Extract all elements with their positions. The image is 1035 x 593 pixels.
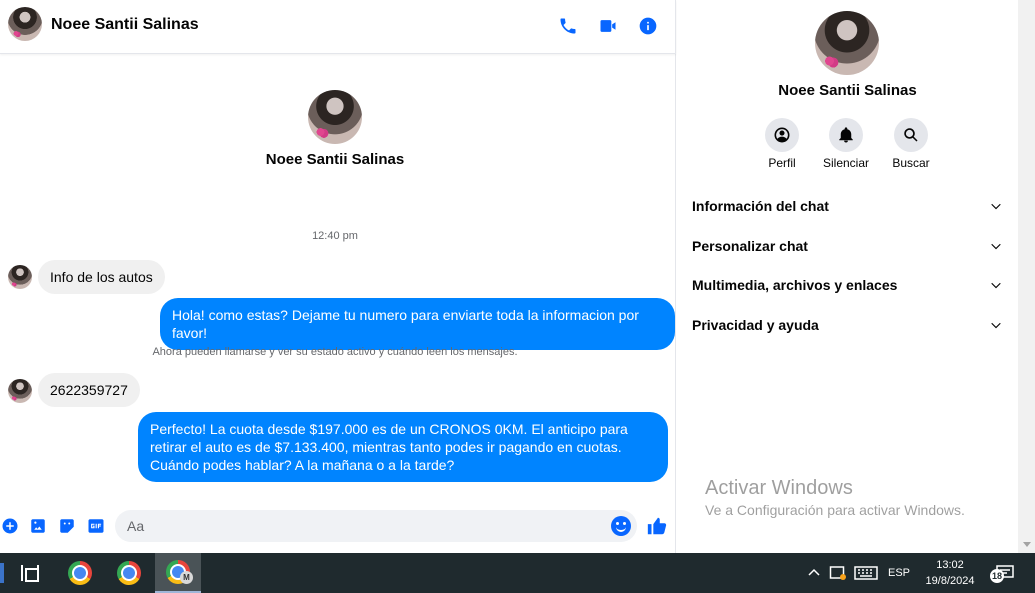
attach-media-button[interactable] bbox=[28, 516, 48, 536]
more-actions-button[interactable] bbox=[0, 516, 20, 536]
section-label: Personalizar chat bbox=[692, 238, 808, 254]
chevron-down-icon bbox=[991, 203, 1001, 210]
watermark-subtitle: Ve a Configuración para activar Windows. bbox=[705, 502, 965, 518]
search-button[interactable]: Buscar bbox=[881, 118, 941, 170]
clock-time: 13:02 bbox=[936, 559, 964, 571]
notifications-button[interactable]: 18 bbox=[990, 553, 1020, 593]
chat-header: Noee Santii Salinas bbox=[0, 0, 676, 54]
chrome-profile-badge: M bbox=[180, 571, 193, 584]
conversation-info-panel: Noee Santii Salinas Perfil Silenciar Bus… bbox=[677, 0, 1018, 553]
mute-button[interactable]: Silenciar bbox=[816, 118, 876, 170]
message-input[interactable] bbox=[115, 510, 637, 542]
info-icon bbox=[639, 17, 657, 35]
message-composer bbox=[0, 508, 676, 546]
profile-label: Perfil bbox=[768, 156, 796, 170]
keyboard-icon bbox=[854, 566, 878, 580]
task-view-icon bbox=[21, 565, 39, 582]
notification-count-badge: 18 bbox=[990, 569, 1004, 583]
watermark-title: Activar Windows bbox=[705, 477, 853, 499]
task-view-button[interactable] bbox=[7, 553, 53, 593]
section-label: Información del chat bbox=[692, 198, 829, 214]
emoji-icon[interactable] bbox=[611, 516, 631, 536]
gif-icon bbox=[88, 519, 104, 533]
search-icon bbox=[894, 118, 928, 152]
incoming-message[interactable]: 2622359727 bbox=[38, 373, 140, 407]
sticker-button[interactable] bbox=[57, 516, 77, 536]
taskbar-clock[interactable]: 13:02 19/8/2024 bbox=[915, 557, 985, 589]
section-label: Privacidad y ayuda bbox=[692, 317, 819, 333]
shield-warning-icon bbox=[829, 566, 846, 580]
chrome-taskbar-button[interactable] bbox=[57, 553, 103, 593]
chevron-down-icon bbox=[991, 322, 1001, 329]
keyboard-tray-button[interactable] bbox=[852, 553, 880, 593]
activate-windows-watermark: Activar Windows Ve a Configuración para … bbox=[705, 477, 965, 518]
plus-circle-icon bbox=[2, 518, 18, 534]
gif-button[interactable] bbox=[86, 516, 106, 536]
chat-pane: Noee Santii Salinas Noee Santii Salinas … bbox=[0, 0, 676, 553]
video-call-button[interactable] bbox=[595, 13, 621, 39]
chat-notice: Ahora pueden llamarse y ver su estado ac… bbox=[152, 346, 518, 358]
video-camera-icon bbox=[600, 20, 616, 32]
info-avatar[interactable] bbox=[815, 11, 879, 75]
message-timestamp: 12:40 pm bbox=[312, 230, 358, 242]
security-tray-button[interactable] bbox=[827, 553, 849, 593]
input-language-indicator[interactable]: ESP bbox=[884, 553, 914, 593]
chrome-icon bbox=[68, 561, 92, 585]
phone-icon bbox=[560, 18, 576, 34]
contact-name[interactable]: Noee Santii Salinas bbox=[51, 16, 199, 34]
outgoing-message[interactable]: Hola! como estas? Dejame tu numero para … bbox=[160, 298, 675, 350]
windows-taskbar: M ESP 13:02 19/8/2024 18 bbox=[0, 553, 1035, 593]
outgoing-message[interactable]: Perfecto! La cuota desde $197.000 es de … bbox=[138, 412, 668, 482]
chrome-icon bbox=[117, 561, 141, 585]
message-avatar[interactable] bbox=[8, 379, 32, 403]
profile-icon bbox=[765, 118, 799, 152]
chevron-down-icon bbox=[991, 243, 1001, 250]
page-scrollbar[interactable] bbox=[1018, 0, 1035, 553]
message-avatar[interactable] bbox=[8, 265, 32, 289]
scroll-down-arrow-icon[interactable] bbox=[1023, 542, 1031, 547]
chrome-taskbar-button[interactable] bbox=[106, 553, 152, 593]
show-hidden-icons-button[interactable] bbox=[804, 553, 824, 593]
info-contact-name: Noee Santii Salinas bbox=[778, 82, 917, 99]
intro-avatar bbox=[308, 90, 362, 144]
chevron-up-icon bbox=[808, 568, 820, 576]
chrome-profile-taskbar-button[interactable]: M bbox=[155, 553, 201, 593]
section-chat-info[interactable]: Información del chat bbox=[692, 195, 1003, 219]
image-icon bbox=[31, 519, 45, 533]
conversation-info-button[interactable] bbox=[635, 13, 661, 39]
mute-label: Silenciar bbox=[822, 156, 870, 170]
intro-contact-name: Noee Santii Salinas bbox=[265, 151, 405, 168]
voice-call-button[interactable] bbox=[555, 13, 581, 39]
search-label: Buscar bbox=[892, 156, 930, 170]
profile-button[interactable]: Perfil bbox=[752, 118, 812, 170]
section-privacy-help[interactable]: Privacidad y ayuda bbox=[692, 314, 1003, 338]
incoming-message[interactable]: Info de los autos bbox=[38, 260, 165, 294]
bell-icon bbox=[829, 118, 863, 152]
section-label: Multimedia, archivos y enlaces bbox=[692, 277, 898, 293]
section-media-files-links[interactable]: Multimedia, archivos y enlaces bbox=[692, 274, 1003, 298]
section-customize-chat[interactable]: Personalizar chat bbox=[692, 235, 1003, 259]
contact-avatar[interactable] bbox=[8, 7, 42, 41]
sticker-icon bbox=[60, 519, 74, 533]
taskbar-edge bbox=[0, 563, 4, 583]
clock-date: 19/8/2024 bbox=[925, 575, 975, 587]
thumbs-up-icon bbox=[647, 517, 667, 535]
thumbs-up-button[interactable] bbox=[646, 515, 668, 537]
chevron-down-icon bbox=[991, 282, 1001, 289]
messenger-window: Noee Santii Salinas Noee Santii Salinas … bbox=[0, 0, 1035, 553]
